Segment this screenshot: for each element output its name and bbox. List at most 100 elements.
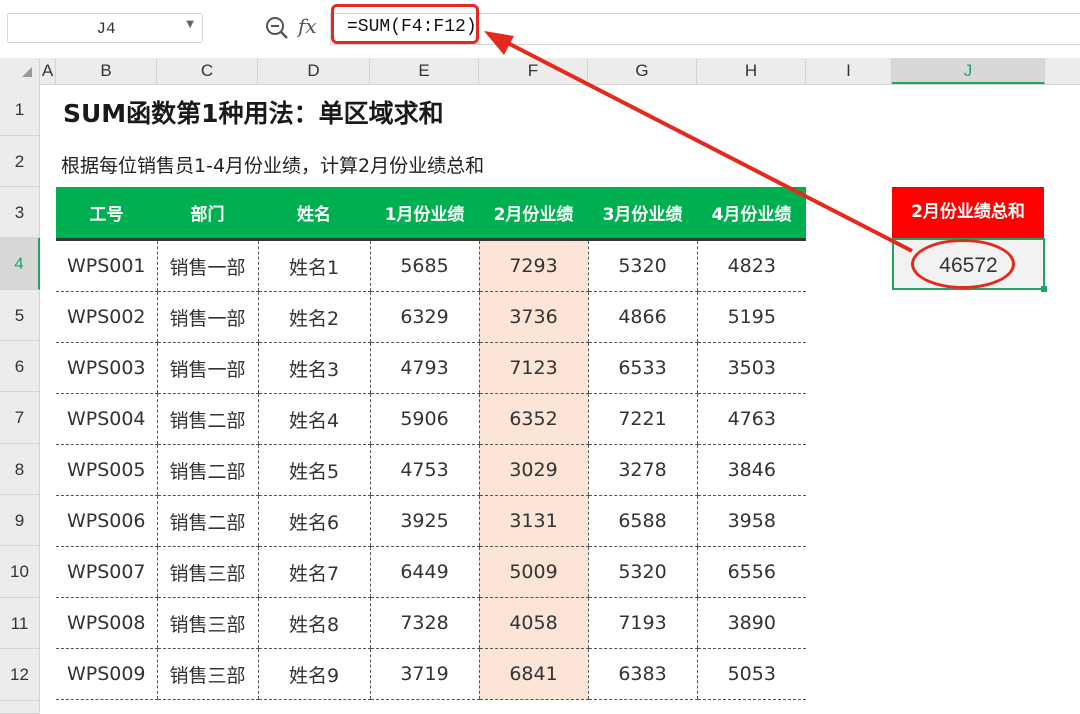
zoom-function-icon[interactable] [264,14,290,42]
cell-mar-sales[interactable]: 6383 [587,648,697,700]
column-header-b[interactable]: B [56,58,157,84]
fill-handle[interactable] [1041,286,1047,292]
cell-department[interactable]: 销售一部 [156,342,258,394]
cell-employee-id[interactable]: WPS008 [56,597,157,649]
column-header-g[interactable]: G [588,58,697,84]
cell-name[interactable]: 姓名9 [257,648,370,700]
cell-feb-sales[interactable]: 3029 [478,444,588,496]
column-header-f[interactable]: F [479,58,588,84]
row-header-6[interactable]: 6 [0,341,40,392]
sheet-subtitle[interactable]: 根据每位销售员1-4月份业绩，计算2月份业绩总和 [61,151,484,178]
row-header-11[interactable]: 11 [0,598,40,649]
select-all-triangle-icon[interactable] [22,67,32,77]
cell-department[interactable]: 销售二部 [156,393,258,445]
cell-department[interactable]: 销售二部 [156,495,258,547]
cell-department[interactable]: 销售一部 [156,291,258,343]
cell-name[interactable]: 姓名7 [257,546,370,598]
cell-name[interactable]: 姓名3 [257,342,370,394]
header-name[interactable]: 姓名 [258,187,370,241]
cell-feb-sales[interactable]: 7123 [478,342,588,394]
cell-mar-sales[interactable]: 5320 [587,546,697,598]
column-header-c[interactable]: C [157,58,258,84]
header-jan-sales[interactable]: 1月份业绩 [370,187,479,241]
cell-employee-id[interactable]: WPS006 [56,495,157,547]
name-box[interactable]: J4 ▼ [7,13,203,43]
cell-name[interactable]: 姓名1 [257,239,370,292]
cell-feb-sales[interactable]: 6841 [478,648,588,700]
cell-apr-sales[interactable]: 4823 [696,239,806,292]
cell-apr-sales[interactable]: 3503 [696,342,806,394]
sheet-title[interactable]: SUM函数第1种用法：单区域求和 [63,94,444,130]
cell-jan-sales[interactable]: 6329 [369,291,479,343]
header-apr-sales[interactable]: 4月份业绩 [697,187,806,241]
row-header-9[interactable]: 9 [0,495,40,546]
cell-employee-id[interactable]: WPS003 [56,342,157,394]
cell-jan-sales[interactable]: 5906 [369,393,479,445]
cell-name[interactable]: 姓名6 [257,495,370,547]
cell-jan-sales[interactable]: 6449 [369,546,479,598]
cell-jan-sales[interactable]: 5685 [369,239,479,292]
row-header-7[interactable]: 7 [0,392,40,444]
row-header-8[interactable]: 8 [0,444,40,495]
row-header-1[interactable]: 1 [0,84,40,136]
cell-feb-sales[interactable]: 6352 [478,393,588,445]
cell-department[interactable]: 销售一部 [156,239,258,292]
cell-employee-id[interactable]: WPS001 [56,239,157,292]
cell-apr-sales[interactable]: 4763 [696,393,806,445]
row-header-2[interactable]: 2 [0,136,40,187]
fx-icon[interactable]: fx [298,14,317,38]
chevron-down-icon[interactable]: ▼ [186,19,194,30]
column-header-h[interactable]: H [697,58,806,84]
cell-name[interactable]: 姓名8 [257,597,370,649]
sum-header[interactable]: 2月份业绩总和 [892,187,1044,238]
row-header-10[interactable]: 10 [0,546,40,598]
cell-feb-sales[interactable]: 4058 [478,597,588,649]
column-header-d[interactable]: D [258,58,370,84]
cell-employee-id[interactable]: WPS004 [56,393,157,445]
cell-mar-sales[interactable]: 6588 [587,495,697,547]
cell-mar-sales[interactable]: 4866 [587,291,697,343]
cell-jan-sales[interactable]: 4793 [369,342,479,394]
column-header-j[interactable]: J [892,58,1045,84]
cell-apr-sales[interactable]: 5053 [696,648,806,700]
cell-employee-id[interactable]: WPS002 [56,291,157,343]
row-header-13[interactable] [0,701,40,714]
row-header-4[interactable]: 4 [0,238,40,290]
cell-apr-sales[interactable]: 3958 [696,495,806,547]
cell-feb-sales[interactable]: 3131 [478,495,588,547]
cell-jan-sales[interactable]: 7328 [369,597,479,649]
column-header-i[interactable]: I [806,58,892,84]
header-mar-sales[interactable]: 3月份业绩 [588,187,697,241]
header-department[interactable]: 部门 [157,187,258,241]
header-feb-sales[interactable]: 2月份业绩 [479,187,588,241]
cell-feb-sales[interactable]: 3736 [478,291,588,343]
column-header-a[interactable]: A [40,58,56,84]
cell-name[interactable]: 姓名2 [257,291,370,343]
cell-apr-sales[interactable]: 3846 [696,444,806,496]
header-employee-id[interactable]: 工号 [56,187,157,241]
cell-mar-sales[interactable]: 3278 [587,444,697,496]
cell-name[interactable]: 姓名4 [257,393,370,445]
cell-feb-sales[interactable]: 5009 [478,546,588,598]
cell-name[interactable]: 姓名5 [257,444,370,496]
cell-jan-sales[interactable]: 3719 [369,648,479,700]
cell-department[interactable]: 销售三部 [156,597,258,649]
cell-employee-id[interactable]: WPS007 [56,546,157,598]
cell-apr-sales[interactable]: 3890 [696,597,806,649]
cell-jan-sales[interactable]: 4753 [369,444,479,496]
cell-mar-sales[interactable]: 5320 [587,239,697,292]
cell-feb-sales[interactable]: 7293 [478,239,588,292]
cell-jan-sales[interactable]: 3925 [369,495,479,547]
cell-mar-sales[interactable]: 7193 [587,597,697,649]
cell-department[interactable]: 销售三部 [156,546,258,598]
row-header-12[interactable]: 12 [0,649,40,701]
cell-mar-sales[interactable]: 6533 [587,342,697,394]
row-header-3[interactable]: 3 [0,187,40,238]
cell-employee-id[interactable]: WPS009 [56,648,157,700]
select-all-corner[interactable] [0,58,40,84]
cell-employee-id[interactable]: WPS005 [56,444,157,496]
column-header-e[interactable]: E [370,58,479,84]
cell-mar-sales[interactable]: 7221 [587,393,697,445]
cell-apr-sales[interactable]: 5195 [696,291,806,343]
row-header-5[interactable]: 5 [0,290,40,341]
